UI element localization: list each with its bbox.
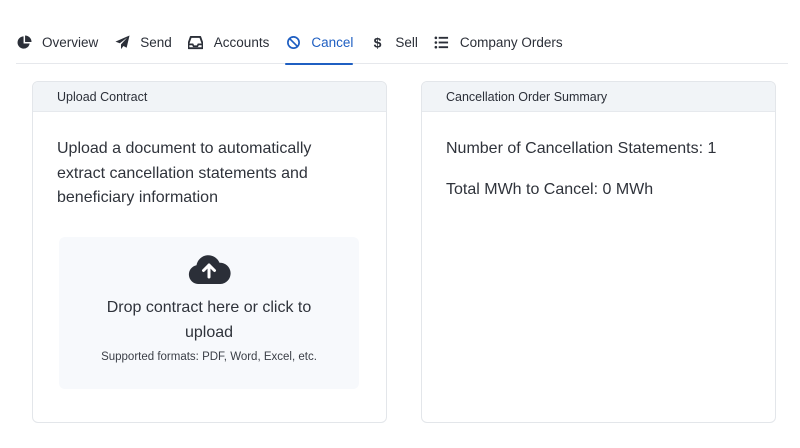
card-title: Upload Contract [33, 82, 386, 112]
upload-description: Upload a document to automatically extra… [57, 140, 312, 206]
total-mwh: Total MWh to Cancel: 0 MWh [446, 181, 654, 198]
dollar-icon: $ [369, 35, 385, 51]
pie-chart-icon [16, 35, 32, 51]
contract-dropzone[interactable]: Drop contract here or click to upload Su… [59, 237, 359, 389]
tab-label: Accounts [213, 35, 270, 50]
cancellation-summary-card: Cancellation Order Summary Number of Can… [421, 81, 776, 423]
supported-formats: Supported formats: PDF, Word, Excel, etc… [101, 351, 317, 363]
tab-company-orders[interactable]: Company Orders [434, 22, 563, 63]
cloud-upload-icon [188, 255, 231, 284]
svg-text:$: $ [373, 35, 381, 50]
list-icon [434, 35, 450, 51]
tab-send[interactable]: Send [114, 22, 172, 63]
top-nav: Overview Send Accounts Cancel $ Sell Com… [16, 22, 788, 65]
tab-label: Company Orders [459, 35, 563, 50]
tab-overview[interactable]: Overview [16, 22, 98, 63]
tab-label: Send [140, 35, 172, 50]
inbox-icon [188, 35, 204, 51]
paper-plane-icon [114, 35, 130, 51]
statements-count: Number of Cancellation Statements: 1 [446, 140, 717, 157]
tab-label: Sell [395, 35, 418, 50]
drop-text: Drop contract here or click to upload [106, 299, 312, 341]
ban-icon [285, 35, 301, 51]
tab-sell[interactable]: $ Sell [369, 22, 418, 63]
tab-label: Cancel [311, 35, 354, 50]
tab-label: Overview [42, 35, 99, 50]
tab-cancel[interactable]: Cancel [285, 22, 354, 65]
tab-accounts[interactable]: Accounts [188, 22, 270, 63]
card-title: Cancellation Order Summary [422, 82, 775, 112]
upload-contract-card: Upload Contract Upload a document to aut… [32, 81, 387, 423]
